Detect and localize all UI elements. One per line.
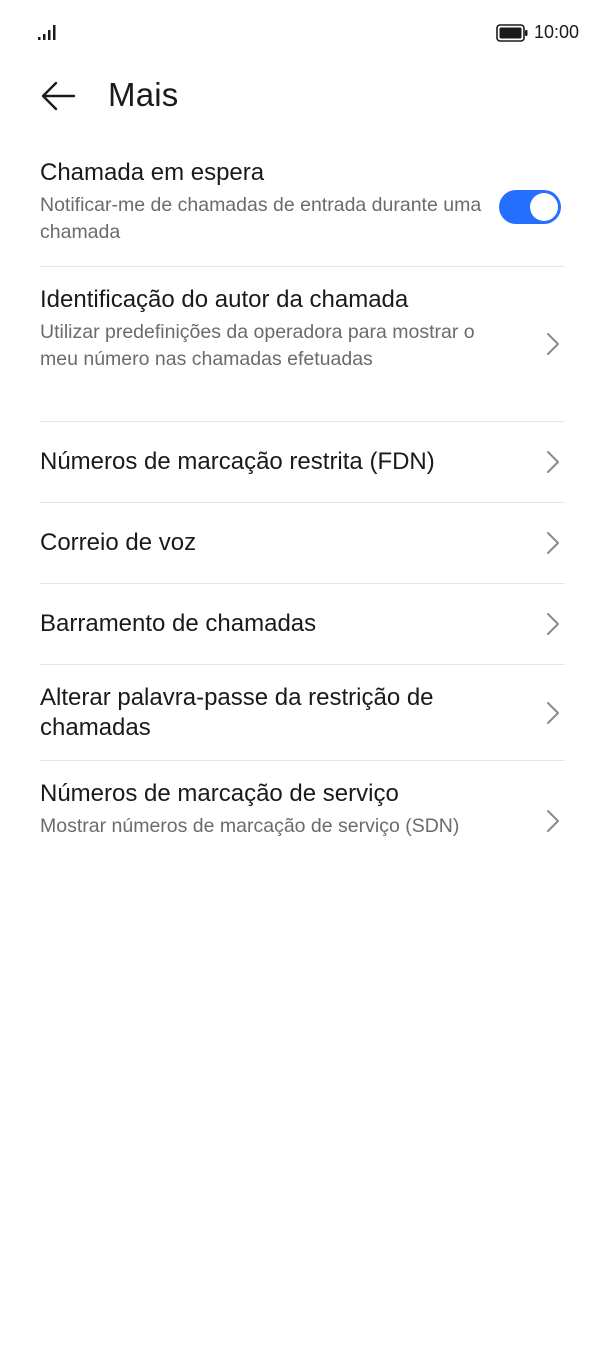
toggle-knob: [530, 193, 558, 221]
chevron-right-icon: [547, 810, 559, 832]
row-title: Correio de voz: [40, 529, 197, 556]
app-header: Mais: [0, 64, 605, 128]
row-title: Números de marcação restrita (FDN): [40, 448, 435, 475]
setting-fdn[interactable]: Números de marcação restrita (FDN): [40, 422, 565, 503]
battery-full-icon: [496, 23, 528, 42]
row-text: Barramento de chamadas: [40, 609, 495, 639]
status-right: 10:00: [496, 22, 579, 43]
row-subtitle: Utilizar predefinições da operadora para…: [40, 321, 475, 370]
row-title: Chamada em espera: [40, 159, 265, 186]
call-waiting-toggle[interactable]: [499, 190, 561, 224]
chevron-right-icon: [547, 701, 559, 724]
settings-list: Chamada em espera Notificar-me de chamad…: [40, 148, 565, 881]
back-button[interactable]: [34, 74, 82, 118]
setting-service-dialing-numbers[interactable]: Números de marcação de serviço Mostrar n…: [40, 761, 565, 881]
row-subtitle: Mostrar números de marcação de serviço (…: [40, 815, 460, 837]
chevron-right-icon: [547, 613, 559, 635]
row-subtitle: Notificar-me de chamadas de entrada dura…: [40, 194, 482, 243]
status-time: 10:00: [533, 22, 579, 42]
row-text: Alterar palavra-passe da restrição de ch…: [40, 683, 495, 743]
row-text: Correio de voz: [40, 528, 495, 558]
setting-call-waiting[interactable]: Chamada em espera Notificar-me de chamad…: [40, 148, 565, 267]
row-title: Identificação do autor da chamada: [40, 286, 409, 313]
row-title: Barramento de chamadas: [40, 610, 317, 637]
setting-voicemail[interactable]: Correio de voz: [40, 503, 565, 584]
setting-caller-id[interactable]: Identificação do autor da chamada Utiliz…: [40, 267, 565, 422]
chevron-right-icon: [547, 451, 559, 473]
row-title: Alterar palavra-passe da restrição de ch…: [40, 684, 434, 741]
row-text: Identificação do autor da chamada Utiliz…: [40, 285, 495, 373]
chevron-right-icon: [547, 333, 559, 355]
setting-call-barring[interactable]: Barramento de chamadas: [40, 584, 565, 665]
status-bar: 10:00: [0, 0, 605, 64]
signal-bars-icon: [38, 25, 56, 40]
arrow-left-icon: [41, 81, 76, 111]
chevron-right-icon: [547, 532, 559, 554]
page-title: Mais: [108, 76, 179, 113]
row-text: Chamada em espera Notificar-me de chamad…: [40, 158, 495, 246]
row-text: Números de marcação de serviço Mostrar n…: [40, 779, 495, 840]
row-title: Números de marcação de serviço: [40, 780, 399, 807]
setting-change-barring-password[interactable]: Alterar palavra-passe da restrição de ch…: [40, 665, 565, 761]
row-text: Números de marcação restrita (FDN): [40, 447, 495, 477]
